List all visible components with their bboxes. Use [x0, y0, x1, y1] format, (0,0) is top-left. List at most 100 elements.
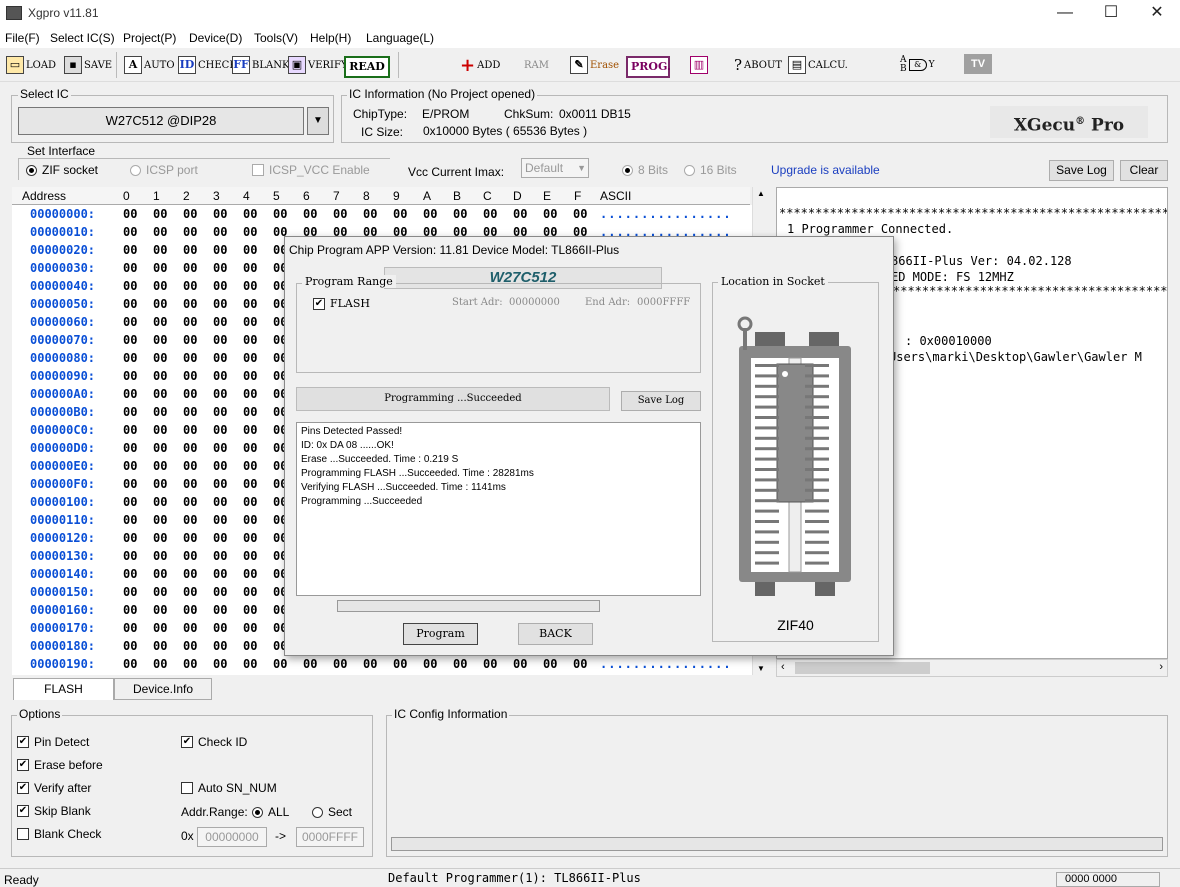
- addr-to-input[interactable]: 0000FFFF: [296, 827, 364, 847]
- hex-byte[interactable]: 00: [213, 297, 227, 311]
- blank-check-box[interactable]: [17, 828, 29, 840]
- hex-byte[interactable]: 00: [213, 585, 227, 599]
- hex-byte[interactable]: 00: [213, 225, 227, 239]
- hex-byte[interactable]: 00: [243, 567, 257, 581]
- table-row[interactable]: 00000190: 00 00 00 00 00 00 00 00 00 00 00 00 00 00 00 0…: [12, 657, 752, 675]
- hex-byte[interactable]: 00: [213, 459, 227, 473]
- auto-button[interactable]: A AUTO: [124, 54, 175, 76]
- scroll-down-icon[interactable]: ▼: [757, 664, 765, 673]
- hex-byte[interactable]: 00: [243, 441, 257, 455]
- hex-byte[interactable]: 00: [183, 513, 197, 527]
- chevron-down-icon[interactable]: ▼: [307, 107, 329, 135]
- hex-byte[interactable]: 00: [153, 261, 167, 275]
- hex-byte[interactable]: 00: [213, 495, 227, 509]
- menu-device[interactable]: Device(D): [189, 31, 242, 45]
- flash-checkbox[interactable]: ✔ FLASH: [313, 297, 370, 310]
- hex-byte[interactable]: 00: [243, 657, 257, 671]
- hex-byte[interactable]: 00: [213, 243, 227, 257]
- hex-byte[interactable]: 00: [183, 549, 197, 563]
- ic-select-combo[interactable]: W27C512 @DIP28: [18, 107, 304, 135]
- hex-byte[interactable]: 00: [243, 351, 257, 365]
- hex-byte[interactable]: 00: [213, 279, 227, 293]
- hex-byte[interactable]: 00: [153, 603, 167, 617]
- table-row[interactable]: 00000000: 00 00 00 00 00 00 00 00 00 00 00 00 00 00 00 0…: [12, 207, 752, 225]
- hex-byte[interactable]: 00: [153, 513, 167, 527]
- hex-byte[interactable]: 00: [183, 225, 197, 239]
- hex-byte[interactable]: 00: [123, 531, 137, 545]
- radio-icsp[interactable]: [130, 164, 141, 176]
- skip-blank-checkbox[interactable]: ✔ Skip Blank: [17, 804, 91, 818]
- hex-byte[interactable]: 00: [153, 423, 167, 437]
- hex-byte[interactable]: 00: [213, 423, 227, 437]
- hex-byte[interactable]: 00: [123, 351, 137, 365]
- hex-byte[interactable]: 00: [183, 621, 197, 635]
- auto-sn-checkbox[interactable]: Auto SN_NUM: [181, 781, 277, 795]
- hex-byte[interactable]: 00: [243, 513, 257, 527]
- bits8-radio[interactable]: 8 Bits: [622, 163, 668, 177]
- hex-byte[interactable]: 00: [333, 207, 347, 221]
- hex-byte[interactable]: 00: [243, 459, 257, 473]
- hex-byte[interactable]: 00: [543, 207, 557, 221]
- hex-byte[interactable]: 00: [213, 549, 227, 563]
- check-id-box[interactable]: ✔: [181, 736, 193, 748]
- menu-select-ic[interactable]: Select IC(S): [50, 31, 115, 45]
- radio-8bits[interactable]: [622, 164, 633, 176]
- hex-byte[interactable]: 00: [573, 207, 587, 221]
- hex-byte[interactable]: 00: [183, 477, 197, 491]
- hex-byte[interactable]: 00: [153, 333, 167, 347]
- hex-byte[interactable]: 00: [153, 387, 167, 401]
- hex-byte[interactable]: 00: [183, 243, 197, 257]
- save-log-button[interactable]: Save Log: [1049, 160, 1114, 181]
- hex-byte[interactable]: 00: [213, 657, 227, 671]
- hex-byte[interactable]: 00: [123, 513, 137, 527]
- hex-byte[interactable]: 00: [333, 657, 347, 671]
- hex-byte[interactable]: 00: [183, 315, 197, 329]
- scroll-right-icon[interactable]: ›: [1159, 661, 1163, 673]
- hex-byte[interactable]: 00: [423, 657, 437, 671]
- tab-flash[interactable]: FLASH: [13, 678, 114, 700]
- tab-device-info[interactable]: Device.Info: [114, 678, 212, 700]
- hex-byte[interactable]: 00: [183, 603, 197, 617]
- hex-byte[interactable]: 00: [123, 387, 137, 401]
- hex-byte[interactable]: 00: [243, 279, 257, 293]
- hex-byte[interactable]: 00: [213, 387, 227, 401]
- hex-byte[interactable]: 00: [153, 459, 167, 473]
- tv-button[interactable]: TV: [964, 54, 992, 74]
- addr-sect-radio[interactable]: Sect: [312, 805, 352, 819]
- hex-byte[interactable]: 00: [213, 315, 227, 329]
- hex-byte[interactable]: 00: [393, 207, 407, 221]
- clear-button[interactable]: Clear: [1120, 160, 1168, 181]
- save-button[interactable]: ▪ SAVE: [64, 54, 112, 76]
- hex-byte[interactable]: 00: [183, 261, 197, 275]
- hex-byte[interactable]: 00: [123, 495, 137, 509]
- scroll-thumb[interactable]: [795, 662, 930, 674]
- erase-before-checkbox[interactable]: ✔ Erase before: [17, 758, 103, 772]
- hex-byte[interactable]: 00: [543, 657, 557, 671]
- hex-byte[interactable]: 00: [153, 531, 167, 545]
- log-horizontal-scrollbar[interactable]: ‹ ›: [776, 659, 1168, 677]
- hex-byte[interactable]: 00: [213, 531, 227, 545]
- radio-16bits[interactable]: [684, 164, 695, 176]
- hex-byte[interactable]: 00: [123, 333, 137, 347]
- hex-byte[interactable]: 00: [123, 657, 137, 671]
- hex-byte[interactable]: 00: [153, 477, 167, 491]
- hex-byte[interactable]: 00: [153, 297, 167, 311]
- hex-byte[interactable]: 00: [183, 297, 197, 311]
- blank-button[interactable]: FF BLANK: [232, 54, 289, 76]
- hex-byte[interactable]: 00: [243, 423, 257, 437]
- hex-byte[interactable]: 00: [183, 423, 197, 437]
- hex-byte[interactable]: 00: [153, 279, 167, 293]
- erase-button[interactable]: ✎ Erase: [570, 54, 619, 76]
- hex-byte[interactable]: 00: [183, 495, 197, 509]
- icsp-port-radio[interactable]: ICSP port: [130, 163, 198, 177]
- dialog-message-log[interactable]: Pins Detected Passed! ID: 0x DA 08 .....…: [296, 422, 701, 596]
- hex-byte[interactable]: 00: [243, 477, 257, 491]
- hex-byte[interactable]: 00: [183, 567, 197, 581]
- addr-all-radio[interactable]: ALL: [252, 805, 289, 819]
- hex-byte[interactable]: 00: [273, 207, 287, 221]
- hex-byte[interactable]: 00: [123, 279, 137, 293]
- hex-byte[interactable]: 00: [153, 225, 167, 239]
- hex-byte[interactable]: 00: [513, 657, 527, 671]
- hex-byte[interactable]: 00: [213, 441, 227, 455]
- hex-byte[interactable]: 00: [243, 639, 257, 653]
